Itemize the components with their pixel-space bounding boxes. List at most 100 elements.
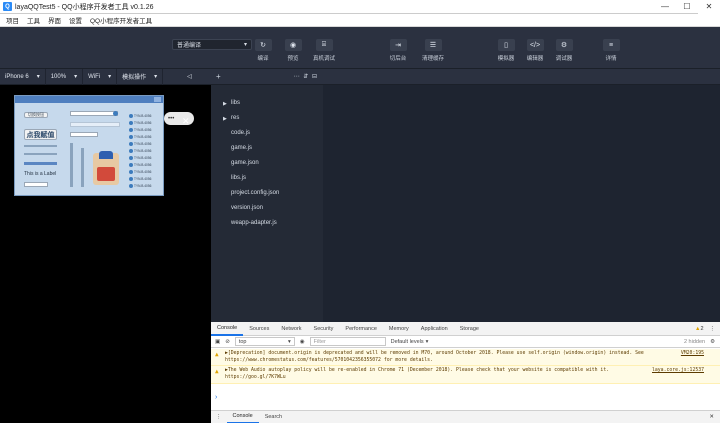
- menu-item-tools[interactable]: 工具: [27, 15, 40, 25]
- list-item[interactable]: TYN.B.4056: [129, 141, 161, 146]
- tab-storage[interactable]: Storage: [454, 322, 485, 336]
- devtools-tabs: Console Sources Network Security Perform…: [211, 322, 720, 336]
- game-combobox[interactable]: [70, 132, 98, 137]
- message-source-link[interactable]: laya.core.js:12537: [652, 367, 704, 374]
- list-item[interactable]: TYN.B.4056: [129, 169, 161, 174]
- background-label: 切后台: [389, 56, 407, 62]
- drawer-menu-icon[interactable]: ⋮: [211, 414, 227, 420]
- message-source-link[interactable]: VM20:195: [681, 350, 704, 357]
- tab-console[interactable]: Console: [211, 322, 244, 336]
- tab-network[interactable]: Network: [275, 322, 307, 336]
- preview-button[interactable]: ◉ 预览: [278, 39, 308, 62]
- game-radio[interactable]: [113, 111, 118, 116]
- chevron-down-icon: ▾: [243, 42, 247, 48]
- file-tree-item[interactable]: project.config.json: [231, 190, 279, 196]
- tab-application[interactable]: Application: [415, 322, 454, 336]
- drawer-close-icon[interactable]: ✕: [709, 414, 720, 420]
- zoom-value: 100%: [50, 73, 67, 80]
- chevron-down-icon: ▾: [288, 338, 291, 345]
- warning-count-badge[interactable]: ▲2: [695, 326, 704, 332]
- levels-value: Default levels: [390, 338, 424, 345]
- compile-mode-value: 普通编译: [177, 43, 202, 49]
- console-warning-message[interactable]: ▲ ▶The Web Audio autoplay policy will be…: [211, 366, 720, 384]
- message-text: ▶[Deprecation] document.origin is deprec…: [225, 351, 644, 363]
- game-big-button[interactable]: 点我赋值: [24, 129, 57, 140]
- simulator-toggle-button[interactable]: ▯ 模拟器: [491, 39, 521, 62]
- game-tab-bar[interactable]: [70, 122, 120, 127]
- list-item[interactable]: TYN.B.4056: [129, 120, 161, 125]
- file-tree-item[interactable]: game.js: [231, 145, 252, 151]
- capsule-close-icon[interactable]: ✕: [182, 116, 190, 127]
- menu-item-devtools[interactable]: QQ小程序开发者工具: [90, 15, 152, 25]
- folder-expand-icon[interactable]: ▶: [223, 101, 227, 107]
- list-item[interactable]: TYN.B.4056: [129, 162, 161, 167]
- game-vertical-slider[interactable]: [81, 148, 84, 187]
- menu-bar: 项目 工具 界面 设置 QQ小程序开发者工具: [0, 14, 720, 27]
- menu-item-project[interactable]: 项目: [6, 15, 19, 25]
- game-slider[interactable]: [24, 153, 57, 155]
- zoom-select[interactable]: 100% ▾: [46, 68, 84, 85]
- list-item[interactable]: TYN.B.4056: [129, 183, 161, 188]
- clear-cache-button[interactable]: ☰ 清理缓存: [418, 39, 448, 62]
- remote-debug-button[interactable]: ⌸ 真机调试: [309, 39, 339, 62]
- menu-item-view[interactable]: 界面: [48, 15, 61, 25]
- editor-toggle-button[interactable]: </> 编辑器: [520, 39, 550, 62]
- tab-sources[interactable]: Sources: [243, 322, 275, 336]
- file-tree-item[interactable]: code.js: [231, 130, 250, 136]
- message-text: ▶The Web Audio autoplay policy will be r…: [225, 368, 610, 380]
- filter-input[interactable]: Filter: [309, 337, 386, 346]
- simulate-operation-select[interactable]: 模拟操作 ▾: [117, 68, 164, 85]
- list-item[interactable]: TYN.B.4056: [129, 155, 161, 160]
- file-tree-item[interactable]: game.json: [231, 160, 259, 166]
- sidebar-toggle-icon[interactable]: ▣: [215, 339, 220, 345]
- tab-performance[interactable]: Performance: [339, 322, 383, 336]
- debugger-toggle-button[interactable]: ⚙ 调试器: [549, 39, 579, 62]
- eye-icon[interactable]: ◉: [300, 339, 305, 345]
- console-settings-icon[interactable]: ⚙: [710, 339, 720, 345]
- console-warning-message[interactable]: ▲ ▶[Deprecation] document.origin is depr…: [211, 349, 720, 366]
- device-select[interactable]: iPhone 6 ▾: [0, 68, 46, 85]
- switch-background-icon: ⇥: [389, 39, 407, 51]
- menu-item-settings[interactable]: 设置: [69, 15, 82, 25]
- code-editor-area[interactable]: [323, 85, 720, 322]
- file-tree-item[interactable]: libs: [231, 100, 240, 106]
- list-item[interactable]: TYN.B.4056: [129, 113, 161, 118]
- compile-mode-select[interactable]: 普通编译 ▾: [172, 39, 252, 50]
- game-small-button[interactable]: 切换按钮: [24, 112, 48, 118]
- close-window-button[interactable]: ✕: [698, 0, 720, 14]
- network-select[interactable]: WiFi ▾: [83, 68, 118, 85]
- tree-actions-icon[interactable]: ⋯ ⇵ ⊟: [294, 73, 318, 80]
- maximize-button[interactable]: ☐: [676, 0, 698, 14]
- details-button[interactable]: ≡ 详情: [596, 39, 626, 62]
- list-item[interactable]: TYN.B.4056: [129, 176, 161, 181]
- drawer-tab-search[interactable]: Search: [259, 411, 288, 423]
- file-tree-item[interactable]: res: [231, 115, 239, 121]
- file-tree-item[interactable]: version.json: [231, 205, 263, 211]
- context-select[interactable]: top ▾: [234, 337, 295, 346]
- game-text-input[interactable]: [24, 182, 48, 187]
- add-file-icon[interactable]: +: [216, 72, 221, 81]
- levels-select[interactable]: Default levels ▾: [391, 339, 429, 345]
- game-slider[interactable]: [24, 145, 57, 147]
- game-vertical-slider[interactable]: [70, 143, 73, 187]
- game-input-field[interactable]: [70, 111, 118, 116]
- tab-security[interactable]: Security: [308, 322, 340, 336]
- minimize-button[interactable]: —: [654, 0, 676, 14]
- file-tree-item[interactable]: weapp-adapter.js: [231, 220, 277, 226]
- clear-console-icon[interactable]: ⊘: [225, 339, 230, 345]
- folder-expand-icon[interactable]: ▶: [223, 116, 227, 122]
- list-item[interactable]: TYN.B.4056: [129, 127, 161, 132]
- list-item[interactable]: TYN.B.4056: [129, 148, 161, 153]
- console-prompt[interactable]: ›: [215, 394, 217, 401]
- game-canvas[interactable]: 切换按钮 点我赋值 This is a Label TYN.B.4056 TYN…: [14, 95, 164, 196]
- tab-memory[interactable]: Memory: [383, 322, 415, 336]
- more-dots-icon[interactable]: •••: [168, 116, 174, 122]
- file-tree-item[interactable]: libs.js: [231, 175, 246, 181]
- list-item[interactable]: TYN.B.4056: [129, 134, 161, 139]
- more-options-icon[interactable]: ⋮: [710, 326, 716, 332]
- compile-button[interactable]: ↻ 编译: [248, 39, 278, 62]
- debug-icon: ⌸: [315, 39, 333, 51]
- drawer-tab-console[interactable]: Console: [226, 411, 259, 423]
- background-button[interactable]: ⇥ 切后台: [383, 39, 413, 62]
- volume-icon[interactable]: ◁: [187, 73, 192, 80]
